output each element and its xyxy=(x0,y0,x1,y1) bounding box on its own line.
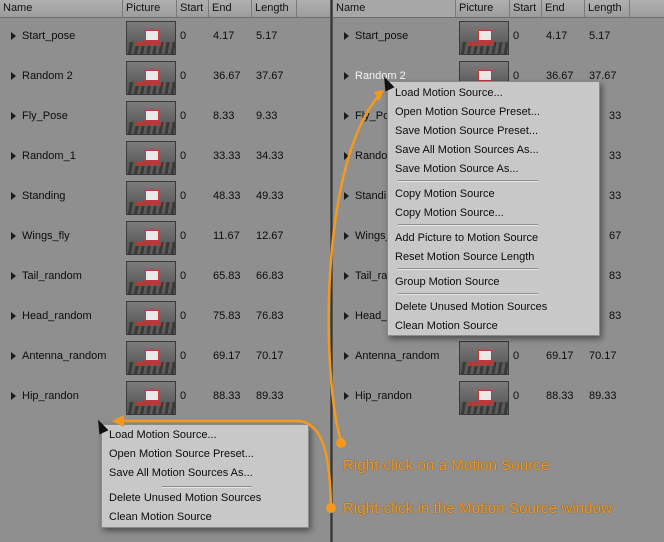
callout-dot xyxy=(336,438,346,448)
arrow-head-icon xyxy=(112,415,124,427)
annotation-window-menu: Right-click in the Motion Source window xyxy=(343,500,613,517)
annotation-source-menu: Right-click on a Motion Source xyxy=(343,457,550,474)
callout-dot xyxy=(326,503,336,513)
callout-arrows xyxy=(112,90,384,509)
